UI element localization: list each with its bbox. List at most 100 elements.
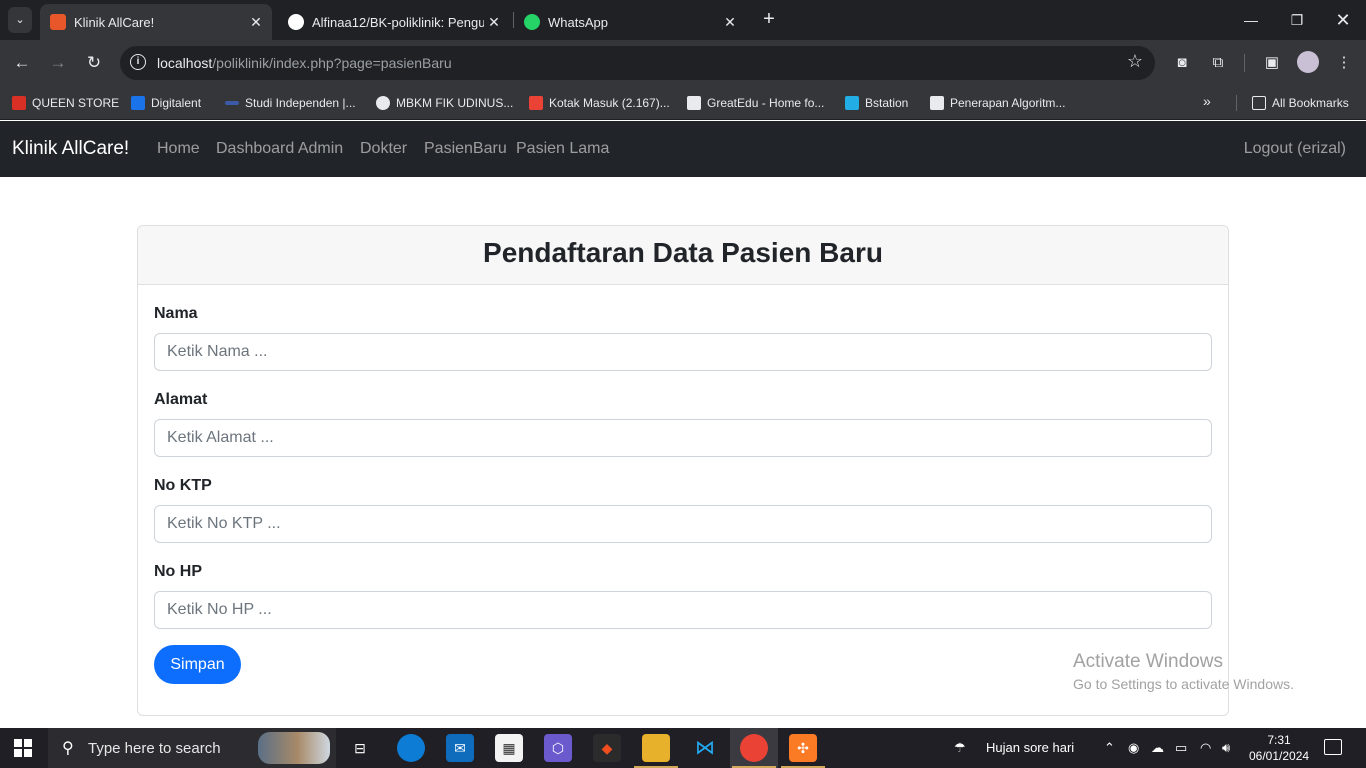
nav-link-pasien-lama[interactable]: Pasien Lama xyxy=(516,140,609,158)
windows-taskbar: ⚲ Type here to search ⊟ ✉ ▦ ⬡ ◆ ⋈ ✣ ☂ Hu… xyxy=(0,728,1366,768)
toolbar-divider xyxy=(1244,54,1245,72)
screen-capture-icon[interactable]: ◙ xyxy=(1170,51,1194,75)
address-url[interactable]: localhost/poliklinik/index.php?page=pasi… xyxy=(157,55,452,71)
simpan-button[interactable]: Simpan xyxy=(154,645,241,684)
file-explorer-icon[interactable] xyxy=(634,734,678,768)
clock-date: 06/01/2024 xyxy=(1249,749,1310,763)
watermark-title: Activate Windows xyxy=(1073,651,1223,672)
url-host: localhost xyxy=(157,55,213,71)
back-arrow-icon[interactable]: ← xyxy=(10,51,34,75)
no-hp-input[interactable] xyxy=(154,591,1212,629)
weather-icon[interactable]: ☂ xyxy=(954,740,966,756)
nama-label: Nama xyxy=(154,305,198,322)
address-bar[interactable]: i localhost/poliklinik/index.php?page=pa… xyxy=(120,46,1155,80)
edge-browser-icon[interactable] xyxy=(397,734,425,762)
bookmark-label: Digitalent xyxy=(151,96,202,110)
bookmark-item[interactable]: QUEEN STORE xyxy=(12,93,119,113)
show-hidden-icons-chevron-icon[interactable]: ⌃ xyxy=(1104,740,1115,756)
no-ktp-input[interactable] xyxy=(154,505,1212,543)
alamat-input[interactable] xyxy=(154,419,1212,457)
tab-title: Klinik AllCare! xyxy=(74,14,155,30)
mail-icon[interactable]: ✉ xyxy=(446,734,474,762)
bookmark-label: QUEEN STORE xyxy=(32,96,120,110)
weather-text[interactable]: Hujan sore hari xyxy=(986,740,1074,755)
bookmark-label: MBKM FIK UDINUS... xyxy=(396,96,514,110)
close-tab-icon[interactable]: ✕ xyxy=(484,14,504,31)
close-tab-icon[interactable]: ✕ xyxy=(720,14,740,31)
greatedu-icon xyxy=(687,96,701,110)
bookmark-item[interactable]: MBKM FIK UDINUS... xyxy=(376,93,513,113)
xampp-icon[interactable]: ✣ xyxy=(781,734,825,768)
browser-toolbar: ← → ↻ i localhost/poliklinik/index.php?p… xyxy=(0,40,1366,86)
bookmarks-bar: QUEEN STORE Digitalent Studi Independen … xyxy=(0,86,1366,120)
mbkm-icon xyxy=(376,96,390,110)
no-hp-label: No HP xyxy=(154,563,202,580)
bookmark-label: Bstation xyxy=(865,96,909,110)
new-tab-icon[interactable]: + xyxy=(758,8,780,32)
profile-avatar[interactable] xyxy=(1297,51,1319,73)
logout-link[interactable]: Logout (erizal) xyxy=(1244,140,1346,158)
minimize-icon[interactable]: — xyxy=(1228,0,1274,40)
vscode-icon[interactable]: ⋈ xyxy=(691,734,719,762)
browser-tab-github[interactable]: Alfinaa12/BK-poliklinik: Pengum ✕ xyxy=(278,4,510,40)
digitalent-icon xyxy=(131,96,145,110)
bookmark-item[interactable]: Penerapan Algoritm... xyxy=(930,93,1065,113)
browser-tab-whatsapp[interactable]: WhatsApp ✕ xyxy=(514,4,746,40)
extensions-puzzle-icon[interactable]: ⧉ xyxy=(1206,51,1230,75)
nav-link-dokter[interactable]: Dokter xyxy=(360,140,407,158)
figma-icon[interactable]: ◆ xyxy=(593,734,621,762)
restore-icon[interactable]: ❐ xyxy=(1274,0,1320,40)
bookmark-item[interactable]: Kotak Masuk (2.167)... xyxy=(529,93,670,113)
bookmark-item[interactable]: GreatEdu - Home fo... xyxy=(687,93,824,113)
windows-start-icon[interactable] xyxy=(14,739,32,757)
microsoft-store-icon[interactable]: ▦ xyxy=(495,734,523,762)
xampp-favicon-icon xyxy=(50,14,66,30)
chrome-icon[interactable] xyxy=(732,734,776,768)
battery-icon[interactable]: ▭ xyxy=(1175,740,1187,756)
nav-link-home[interactable]: Home xyxy=(157,140,200,158)
window-close-icon[interactable]: ✕ xyxy=(1320,0,1366,40)
navbar-brand[interactable]: Klinik AllCare! xyxy=(12,138,129,160)
nama-input[interactable] xyxy=(154,333,1212,371)
whatsapp-favicon-icon xyxy=(524,14,540,30)
folder-icon xyxy=(1252,96,1266,110)
taskbar-search-box[interactable]: ⚲ Type here to search xyxy=(48,728,336,768)
wifi-icon[interactable]: ◠ xyxy=(1200,740,1211,756)
search-highlight-image xyxy=(258,732,330,764)
more-bookmarks-chevron-icon[interactable]: » xyxy=(1203,93,1211,109)
forward-arrow-icon[interactable]: → xyxy=(46,51,70,75)
pkp-icon xyxy=(930,96,944,110)
task-view-icon[interactable]: ⊟ xyxy=(346,734,374,762)
bookmark-item[interactable]: Studi Independen |... xyxy=(225,93,356,113)
notification-icon[interactable] xyxy=(1324,739,1342,755)
no-ktp-label: No KTP xyxy=(154,477,212,494)
nav-link-pasien-baru[interactable]: PasienBaru xyxy=(424,140,507,158)
side-panel-icon[interactable]: ▣ xyxy=(1260,51,1284,75)
tab-title: WhatsApp xyxy=(548,14,608,30)
browser-tab-klinik[interactable]: Klinik AllCare! ✕ xyxy=(40,4,272,40)
bookmark-label: All Bookmarks xyxy=(1272,96,1349,110)
alamat-label: Alamat xyxy=(154,391,208,408)
clipchamp-icon[interactable]: ⬡ xyxy=(544,734,572,762)
bookmark-label: Penerapan Algoritm... xyxy=(950,96,1066,110)
taskbar-search-placeholder: Type here to search xyxy=(88,740,221,757)
nav-link-dashboard-admin[interactable]: Dashboard Admin xyxy=(216,140,343,158)
bookmark-label: Kotak Masuk (2.167)... xyxy=(549,96,670,110)
tab-title: Alfinaa12/BK-poliklinik: Pengum xyxy=(312,14,484,30)
kebab-menu-icon[interactable]: ⋮ xyxy=(1332,51,1356,75)
bookmark-item[interactable]: Bstation xyxy=(845,93,908,113)
volume-icon[interactable]: 🔊︎ xyxy=(1222,740,1230,756)
all-bookmarks-button[interactable]: All Bookmarks xyxy=(1252,93,1349,113)
gmail-icon xyxy=(529,96,543,110)
site-info-icon[interactable]: i xyxy=(130,54,146,70)
bookmark-star-icon[interactable]: ☆ xyxy=(1127,51,1143,72)
studi-independen-icon xyxy=(225,101,239,105)
github-favicon-icon xyxy=(288,14,304,30)
meet-now-icon[interactable]: ◉ xyxy=(1128,740,1139,756)
tab-search-button[interactable]: ⌄ xyxy=(8,7,32,33)
reload-icon[interactable]: ↻ xyxy=(82,51,106,75)
close-tab-icon[interactable]: ✕ xyxy=(246,14,266,31)
bookmark-item[interactable]: Digitalent xyxy=(131,93,201,113)
taskbar-clock[interactable]: 7:31 06/01/2024 xyxy=(1249,732,1309,764)
onedrive-icon[interactable]: ☁ xyxy=(1151,740,1164,756)
